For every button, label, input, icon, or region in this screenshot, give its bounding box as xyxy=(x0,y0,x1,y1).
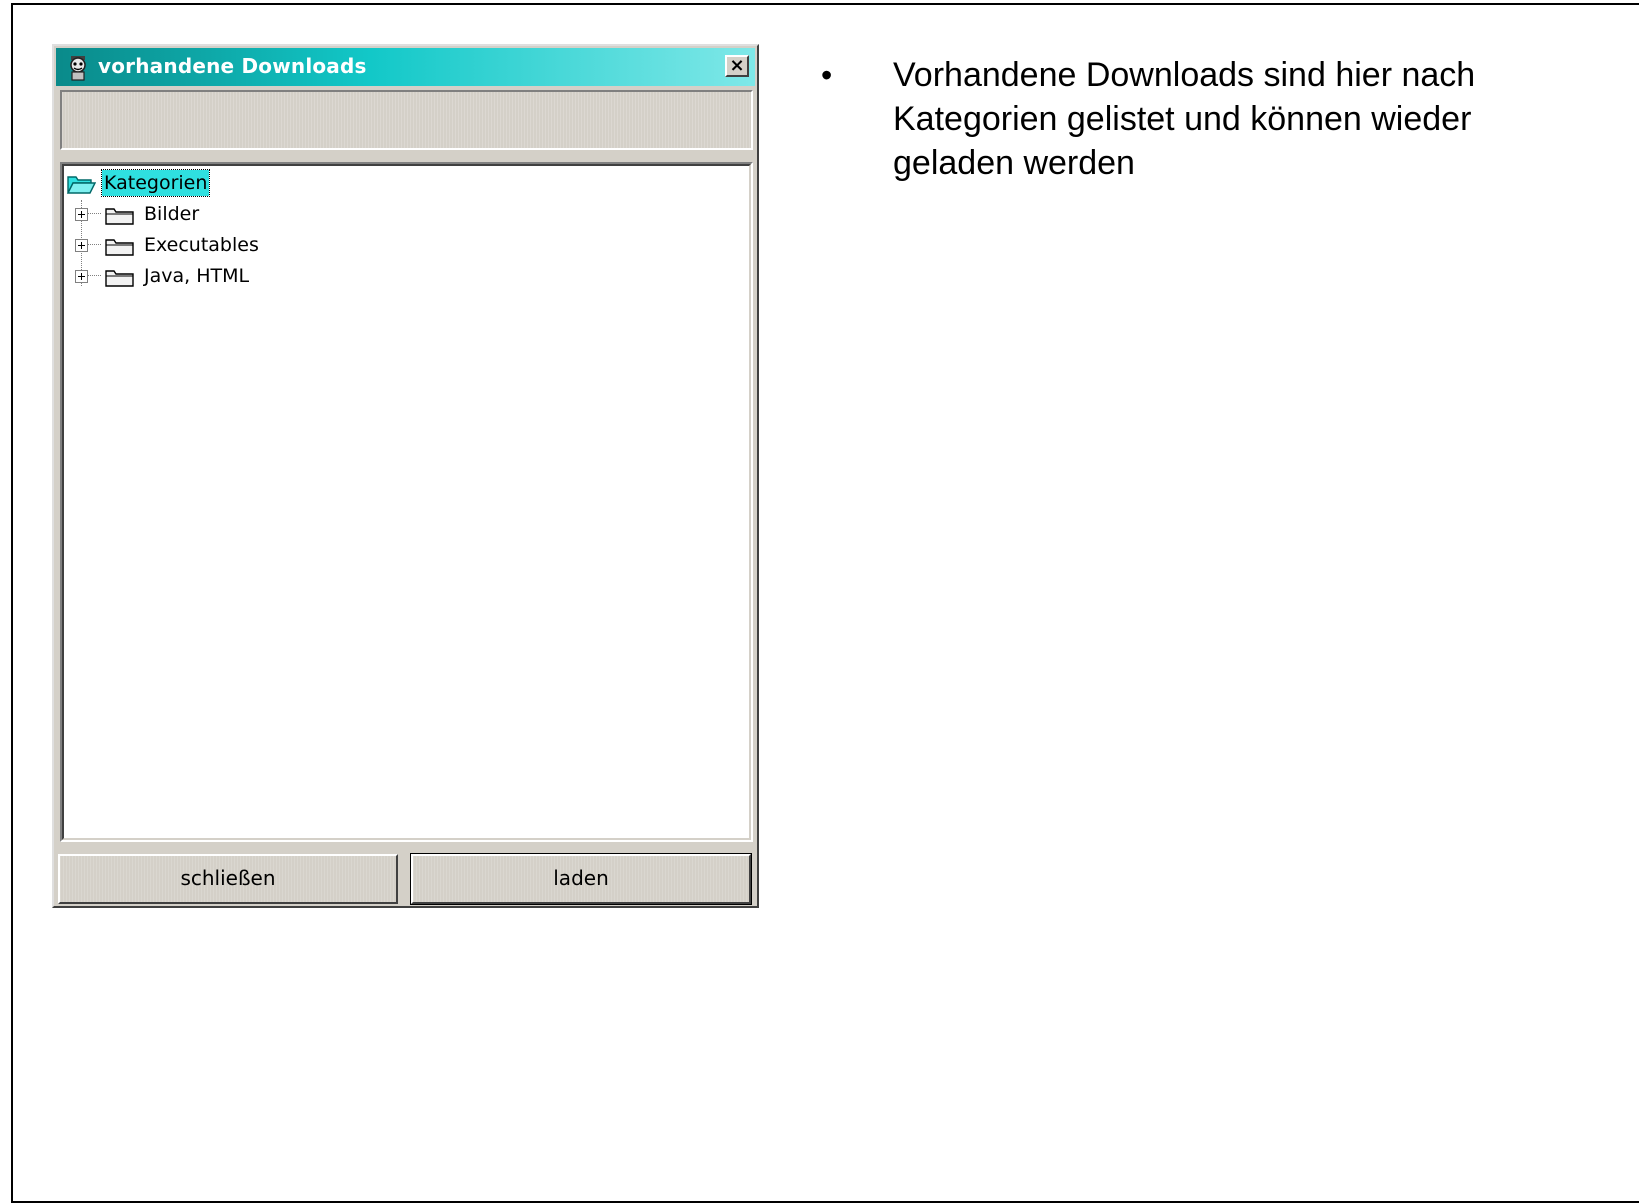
open-folder-icon xyxy=(66,176,96,194)
tree-connector xyxy=(87,213,101,214)
folder-icon xyxy=(105,239,134,256)
window-title: vorhandene Downloads xyxy=(98,54,367,78)
slide-frame: vorhandene Downloads × Kategorien Bilder… xyxy=(11,3,1639,1203)
load-button[interactable]: laden xyxy=(410,853,752,905)
tree-item-label: Executables xyxy=(144,234,259,256)
close-button[interactable]: schließen xyxy=(58,854,398,904)
close-icon[interactable]: × xyxy=(725,55,749,77)
tree-item-label: Java, HTML xyxy=(144,265,250,287)
bullet-text: Vorhandene Downloads sind hier nach Kate… xyxy=(893,56,1476,182)
category-tree[interactable]: Kategorien Bilder Executables Java, HTML xyxy=(60,162,753,842)
tree-connector xyxy=(87,275,101,276)
expand-icon[interactable] xyxy=(75,208,88,221)
status-panel xyxy=(60,90,753,150)
expand-icon[interactable] xyxy=(75,239,88,252)
bullet-marker: • xyxy=(821,57,833,93)
downloads-dialog: vorhandene Downloads × Kategorien Bilder… xyxy=(52,44,759,908)
title-bar[interactable]: vorhandene Downloads × xyxy=(56,48,755,86)
folder-icon xyxy=(105,270,134,287)
tree-item-label: Bilder xyxy=(144,203,200,225)
folder-icon xyxy=(105,208,134,225)
expand-icon[interactable] xyxy=(75,270,88,283)
app-icon xyxy=(70,56,86,81)
tree-connector xyxy=(87,244,101,245)
tree-root-label: Kategorien xyxy=(100,169,211,197)
